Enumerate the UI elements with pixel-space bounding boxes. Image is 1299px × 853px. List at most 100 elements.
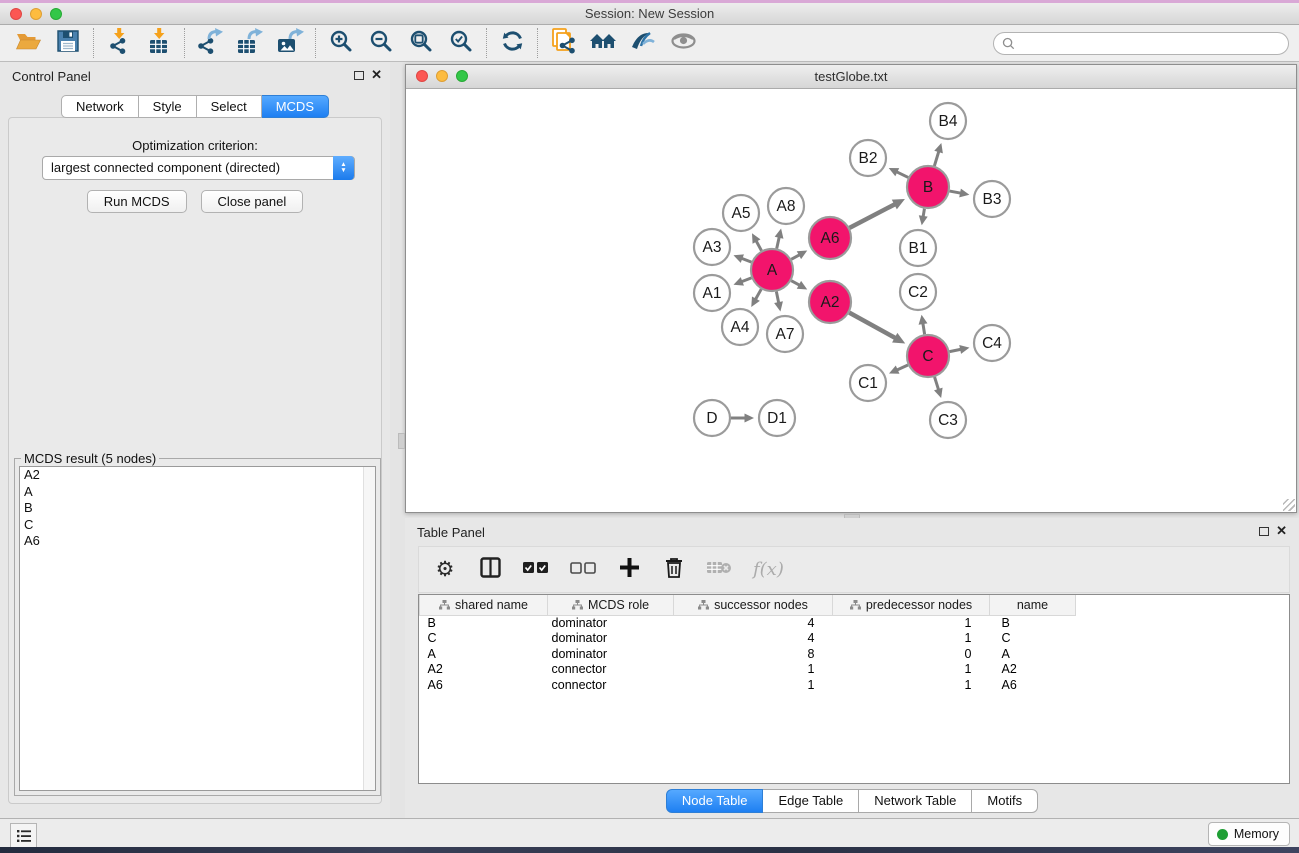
edge-A-A6[interactable] <box>791 255 800 260</box>
tab-motifs[interactable]: Motifs <box>972 789 1038 813</box>
close-panel-icon[interactable]: ✕ <box>371 67 382 83</box>
cell-shared-name[interactable]: A2 <box>420 662 548 678</box>
add-column-button[interactable] <box>617 555 641 585</box>
zoom-fit-button[interactable] <box>401 27 441 59</box>
cell-predecessor-nodes[interactable]: 1 <box>833 615 990 631</box>
memory-button[interactable]: Memory <box>1208 822 1290 846</box>
mcds-list-scrollbar[interactable] <box>363 467 375 790</box>
network-canvas[interactable]: B4B2BB3A5A8A6A3B1AA1C2A2A4A7C4CC1DD1C3 <box>406 89 1296 512</box>
cell-name[interactable]: A6 <box>990 677 1076 693</box>
edge-A-A1[interactable] <box>741 278 751 282</box>
cell-successor-nodes[interactable]: 1 <box>674 677 833 693</box>
refresh-view-button[interactable] <box>492 27 532 59</box>
tab-node-table[interactable]: Node Table <box>666 789 764 813</box>
hide-graphics-details-button[interactable] <box>623 27 663 59</box>
table-options-gear-button[interactable]: ⚙ <box>433 555 457 585</box>
column-header-shared-name[interactable]: shared name <box>420 595 548 615</box>
cell-name[interactable]: B <box>990 615 1076 631</box>
dropdown-stepper-icon[interactable]: ▲▼ <box>333 156 354 180</box>
table-row[interactable]: A6connector11A6 <box>420 677 1290 693</box>
cell-MCDS-role[interactable]: dominator <box>548 615 674 631</box>
network-window-titlebar[interactable]: testGlobe.txt <box>406 65 1296 89</box>
cell-shared-name[interactable]: C <box>420 631 548 647</box>
node-table[interactable]: shared nameMCDS rolesuccessor nodesprede… <box>419 595 1289 693</box>
edge-A-A3[interactable] <box>741 258 751 262</box>
table-header-row[interactable]: shared nameMCDS rolesuccessor nodesprede… <box>420 595 1290 615</box>
criterion-dropdown[interactable]: largest connected component (directed) ▲… <box>42 156 355 180</box>
edge-A6-B[interactable] <box>850 204 896 228</box>
cell-MCDS-role[interactable]: connector <box>548 662 674 678</box>
table-close-panel-icon[interactable]: ✕ <box>1276 523 1287 539</box>
mcds-result-item[interactable]: B <box>20 500 375 517</box>
network-graph[interactable]: B4B2BB3A5A8A6A3B1AA1C2A2A4A7C4CC1DD1C3 <box>406 89 1296 512</box>
table-row[interactable]: A2connector11A2 <box>420 662 1290 678</box>
mcds-result-item[interactable]: A2 <box>20 467 375 484</box>
mcds-result-item[interactable]: A6 <box>20 533 375 550</box>
cell-name[interactable]: A2 <box>990 662 1076 678</box>
edge-B-B2[interactable] <box>896 172 908 178</box>
tab-select[interactable]: Select <box>197 95 262 118</box>
home-views-button[interactable] <box>583 27 623 59</box>
cell-successor-nodes[interactable]: 4 <box>674 631 833 647</box>
tab-network-table[interactable]: Network Table <box>859 789 972 813</box>
cell-successor-nodes[interactable]: 8 <box>674 646 833 662</box>
import-table-button[interactable] <box>139 27 179 59</box>
tab-network[interactable]: Network <box>61 95 139 118</box>
network-from-selection-button[interactable] <box>543 27 583 59</box>
cell-shared-name[interactable]: A <box>420 646 548 662</box>
cell-MCDS-role[interactable]: dominator <box>548 631 674 647</box>
save-session-button[interactable] <box>48 27 88 59</box>
search-box[interactable] <box>993 32 1289 55</box>
cell-name[interactable]: C <box>990 631 1076 647</box>
unselect-all-columns-button[interactable] <box>570 555 596 585</box>
column-header-MCDS-role[interactable]: MCDS role <box>548 595 674 615</box>
select-all-columns-button[interactable] <box>523 555 549 585</box>
zoom-out-button[interactable] <box>361 27 401 59</box>
edge-C-C2[interactable] <box>923 323 925 334</box>
edge-C-C4[interactable] <box>950 349 962 351</box>
delete-column-button[interactable] <box>662 555 686 585</box>
cell-successor-nodes[interactable]: 4 <box>674 615 833 631</box>
edge-A-A2[interactable] <box>791 281 800 286</box>
float-panel-icon[interactable] <box>354 71 364 80</box>
cell-predecessor-nodes[interactable]: 1 <box>833 631 990 647</box>
tab-edge-table[interactable]: Edge Table <box>763 789 859 813</box>
resize-corner-handle[interactable] <box>1283 499 1295 511</box>
cell-MCDS-role[interactable]: connector <box>548 677 674 693</box>
window-titlebar[interactable]: Session: New Session <box>0 3 1299 25</box>
table-row[interactable]: Adominator80A <box>420 646 1290 662</box>
export-image-button[interactable] <box>270 27 310 59</box>
edge-C-C3[interactable] <box>935 377 939 390</box>
task-history-button[interactable] <box>10 823 37 849</box>
export-network-button[interactable] <box>190 27 230 59</box>
edge-B-B3[interactable] <box>950 191 961 193</box>
mcds-result-list[interactable]: A2ABCA6 <box>19 466 376 791</box>
edge-A-A5[interactable] <box>756 241 761 251</box>
edge-C-C1[interactable] <box>897 365 908 370</box>
edge-A-A8[interactable] <box>777 237 780 249</box>
export-table-button[interactable] <box>230 27 270 59</box>
vertical-splitter-handle[interactable] <box>398 433 405 449</box>
tab-mcds[interactable]: MCDS <box>262 95 329 118</box>
cell-predecessor-nodes[interactable]: 0 <box>833 646 990 662</box>
cell-shared-name[interactable]: B <box>420 615 548 631</box>
cell-predecessor-nodes[interactable]: 1 <box>833 677 990 693</box>
edge-B-B1[interactable] <box>923 209 924 217</box>
cell-predecessor-nodes[interactable]: 1 <box>833 662 990 678</box>
table-float-panel-icon[interactable] <box>1259 527 1269 536</box>
show-column-button[interactable] <box>478 555 502 585</box>
column-header-successor-nodes[interactable]: successor nodes <box>674 595 833 615</box>
zoom-selected-button[interactable] <box>441 27 481 59</box>
cell-successor-nodes[interactable]: 1 <box>674 662 833 678</box>
import-network-button[interactable] <box>99 27 139 59</box>
edge-A2-C[interactable] <box>849 313 895 339</box>
edge-B-B4[interactable] <box>934 151 938 166</box>
open-file-button[interactable] <box>8 27 48 59</box>
table-row[interactable]: Cdominator41C <box>420 631 1290 647</box>
edge-A-A7[interactable] <box>776 292 778 304</box>
close-panel-button[interactable]: Close panel <box>201 190 304 213</box>
tab-style[interactable]: Style <box>139 95 197 118</box>
cell-name[interactable]: A <box>990 646 1076 662</box>
mcds-result-item[interactable]: A <box>20 484 375 501</box>
node-table-container[interactable]: shared nameMCDS rolesuccessor nodesprede… <box>418 594 1290 784</box>
